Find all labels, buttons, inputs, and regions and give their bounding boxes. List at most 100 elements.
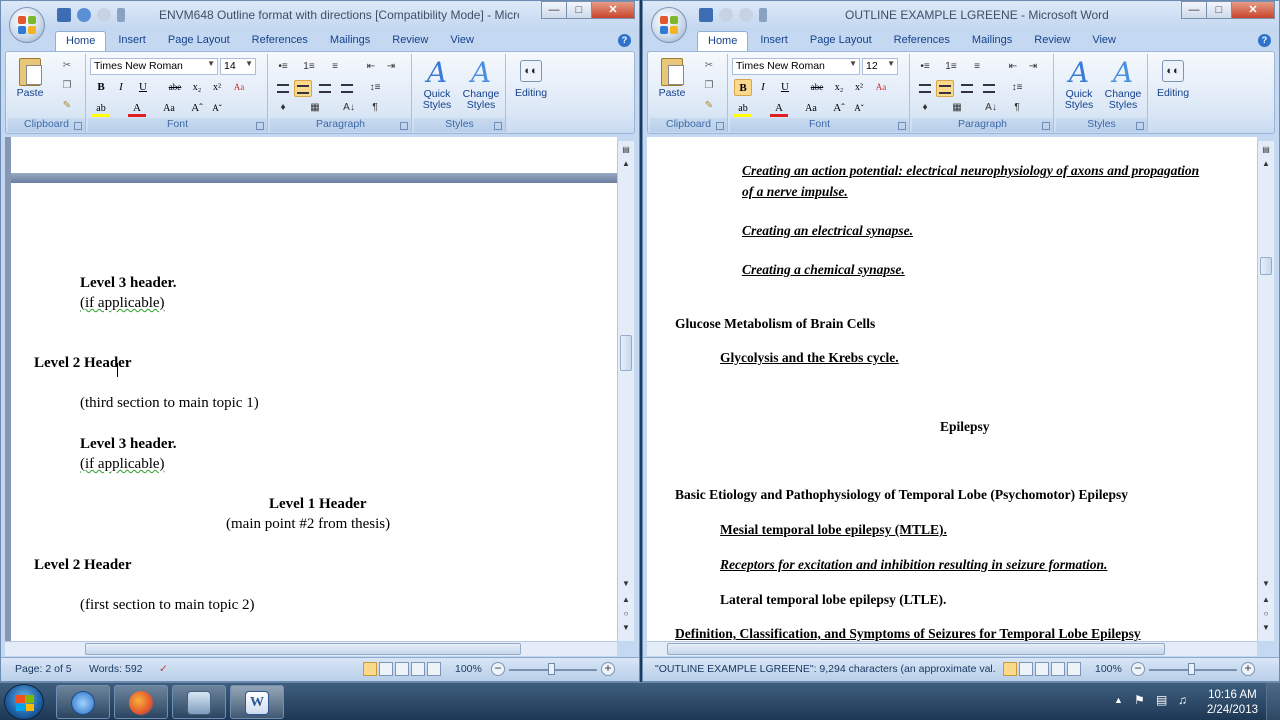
- subscript-button[interactable]: x₂: [830, 79, 848, 96]
- align-center-icon[interactable]: [294, 80, 312, 97]
- next-page-icon[interactable]: ▼: [1258, 621, 1274, 635]
- undo-icon[interactable]: [719, 8, 733, 22]
- numbering-icon[interactable]: 1≡: [300, 59, 318, 76]
- font-color-icon[interactable]: A: [128, 100, 146, 117]
- print-layout-view-icon[interactable]: [1003, 662, 1017, 676]
- draft-view-icon[interactable]: [1067, 662, 1081, 676]
- next-page-icon[interactable]: ▼: [618, 621, 634, 635]
- tab-view[interactable]: View: [1082, 31, 1126, 51]
- font-name-select[interactable]: Times New Roman ▼: [732, 58, 860, 75]
- proofing-icon[interactable]: ✓: [159, 663, 168, 675]
- decrease-indent-icon[interactable]: ⇤: [362, 59, 380, 76]
- superscript-button[interactable]: x²: [850, 79, 868, 96]
- tab-home[interactable]: Home: [55, 31, 107, 51]
- help-icon[interactable]: ?: [1258, 34, 1271, 47]
- customize-qat-icon[interactable]: [759, 8, 767, 22]
- horizontal-scroll-thumb[interactable]: [85, 643, 521, 655]
- previous-page-icon[interactable]: ▲: [618, 593, 634, 607]
- previous-page-icon[interactable]: ▲: [1258, 593, 1274, 607]
- web-layout-view-icon[interactable]: [1035, 662, 1049, 676]
- font-name-select[interactable]: Times New Roman ▼: [90, 58, 218, 75]
- tab-review[interactable]: Review: [382, 31, 438, 51]
- vertical-scrollbar[interactable]: ▤ ▲ ▼ ▲ ○ ▼: [1257, 141, 1274, 641]
- change-case-button[interactable]: Aa: [802, 100, 820, 117]
- maximize-button[interactable]: □: [1206, 1, 1232, 19]
- multilevel-list-icon[interactable]: ≡: [968, 59, 986, 76]
- clock[interactable]: 10:16 AM 2/24/2013: [1207, 688, 1258, 718]
- font-launcher-icon[interactable]: [898, 122, 906, 130]
- editing-button[interactable]: ◐◐ Editing: [1150, 58, 1196, 99]
- tab-view[interactable]: View: [440, 31, 484, 51]
- cut-icon[interactable]: ✂: [60, 60, 74, 72]
- change-styles-button[interactable]: A Change Styles: [1100, 58, 1146, 111]
- tab-insert[interactable]: Insert: [750, 31, 798, 51]
- copy-icon[interactable]: ❐: [702, 80, 716, 92]
- sort-icon[interactable]: A↓: [340, 100, 358, 117]
- font-size-select[interactable]: 12 ▼: [862, 58, 898, 75]
- styles-launcher-icon[interactable]: [1136, 122, 1144, 130]
- quick-styles-button[interactable]: A Quick Styles: [1058, 58, 1100, 111]
- show-formatting-icon[interactable]: ¶: [1008, 100, 1026, 117]
- volume-icon[interactable]: ♫: [1178, 693, 1187, 707]
- highlight-color-icon[interactable]: ab: [92, 100, 110, 117]
- italic-button[interactable]: I: [112, 79, 130, 96]
- align-center-icon[interactable]: [936, 80, 954, 97]
- grow-font-icon[interactable]: Aˆ: [830, 100, 848, 117]
- styles-launcher-icon[interactable]: [494, 122, 502, 130]
- zoom-level[interactable]: 100%: [455, 663, 482, 675]
- scroll-down-arrow[interactable]: ▼: [618, 577, 634, 591]
- show-hidden-icons-icon[interactable]: ▲: [1114, 695, 1123, 705]
- title-bar[interactable]: ENVM648 Outline format with directions […: [1, 1, 639, 31]
- clear-formatting-icon[interactable]: Aa: [230, 79, 248, 96]
- minimize-button[interactable]: —: [1181, 1, 1207, 19]
- clipboard-launcher-icon[interactable]: [74, 122, 82, 130]
- underline-button[interactable]: U: [776, 79, 794, 96]
- horizontal-scrollbar[interactable]: [647, 641, 1257, 656]
- start-button[interactable]: [4, 684, 44, 720]
- strikethrough-button[interactable]: abe: [808, 79, 826, 96]
- align-right-icon[interactable]: [958, 80, 976, 97]
- shrink-font-icon[interactable]: Aˇ: [208, 100, 226, 117]
- browse-object-icon[interactable]: ○: [618, 607, 634, 621]
- ruler-toggle-icon[interactable]: ▤: [618, 143, 634, 157]
- page-count[interactable]: Page: 2 of 5: [15, 663, 72, 675]
- paragraph-launcher-icon[interactable]: [1042, 122, 1050, 130]
- borders-icon[interactable]: ▦: [306, 100, 324, 117]
- superscript-button[interactable]: x²: [208, 79, 226, 96]
- tab-page-layout[interactable]: Page Layout: [800, 31, 882, 51]
- save-icon[interactable]: [699, 8, 713, 22]
- justify-icon[interactable]: [338, 80, 356, 97]
- show-desktop-button[interactable]: [1266, 683, 1280, 720]
- align-right-icon[interactable]: [316, 80, 334, 97]
- title-bar[interactable]: OUTLINE EXAMPLE LGREENE - Microsoft Word…: [643, 1, 1279, 31]
- font-size-select[interactable]: 14 ▼: [220, 58, 256, 75]
- clear-formatting-icon[interactable]: Aa: [872, 79, 890, 96]
- word-count[interactable]: Words: 592: [89, 663, 143, 675]
- outline-view-icon[interactable]: [411, 662, 425, 676]
- full-screen-view-icon[interactable]: [1019, 662, 1033, 676]
- tab-page-layout[interactable]: Page Layout: [158, 31, 240, 51]
- multilevel-list-icon[interactable]: ≡: [326, 59, 344, 76]
- taskbar-itunes[interactable]: [56, 685, 110, 719]
- full-screen-view-icon[interactable]: [379, 662, 393, 676]
- bullets-icon[interactable]: •≡: [916, 59, 934, 76]
- scroll-up-arrow[interactable]: ▲: [1258, 157, 1274, 171]
- line-spacing-icon[interactable]: ↕≡: [366, 80, 384, 97]
- cut-icon[interactable]: ✂: [702, 60, 716, 72]
- tab-mailings[interactable]: Mailings: [962, 31, 1022, 51]
- font-launcher-icon[interactable]: [256, 122, 264, 130]
- tab-review[interactable]: Review: [1024, 31, 1080, 51]
- tab-insert[interactable]: Insert: [108, 31, 156, 51]
- tab-references[interactable]: References: [884, 31, 960, 51]
- vertical-scrollbar[interactable]: ▤ ▲ ▼ ▲ ○ ▼: [617, 141, 634, 641]
- print-layout-view-icon[interactable]: [363, 662, 377, 676]
- paragraph-launcher-icon[interactable]: [400, 122, 408, 130]
- paste-button[interactable]: Paste: [654, 58, 690, 99]
- line-spacing-icon[interactable]: ↕≡: [1008, 80, 1026, 97]
- bold-button[interactable]: B: [734, 79, 752, 96]
- sort-icon[interactable]: A↓: [982, 100, 1000, 117]
- office-button[interactable]: [651, 7, 687, 43]
- align-left-icon[interactable]: [916, 80, 934, 97]
- zoom-out-button[interactable]: −: [1131, 662, 1145, 676]
- tab-mailings[interactable]: Mailings: [320, 31, 380, 51]
